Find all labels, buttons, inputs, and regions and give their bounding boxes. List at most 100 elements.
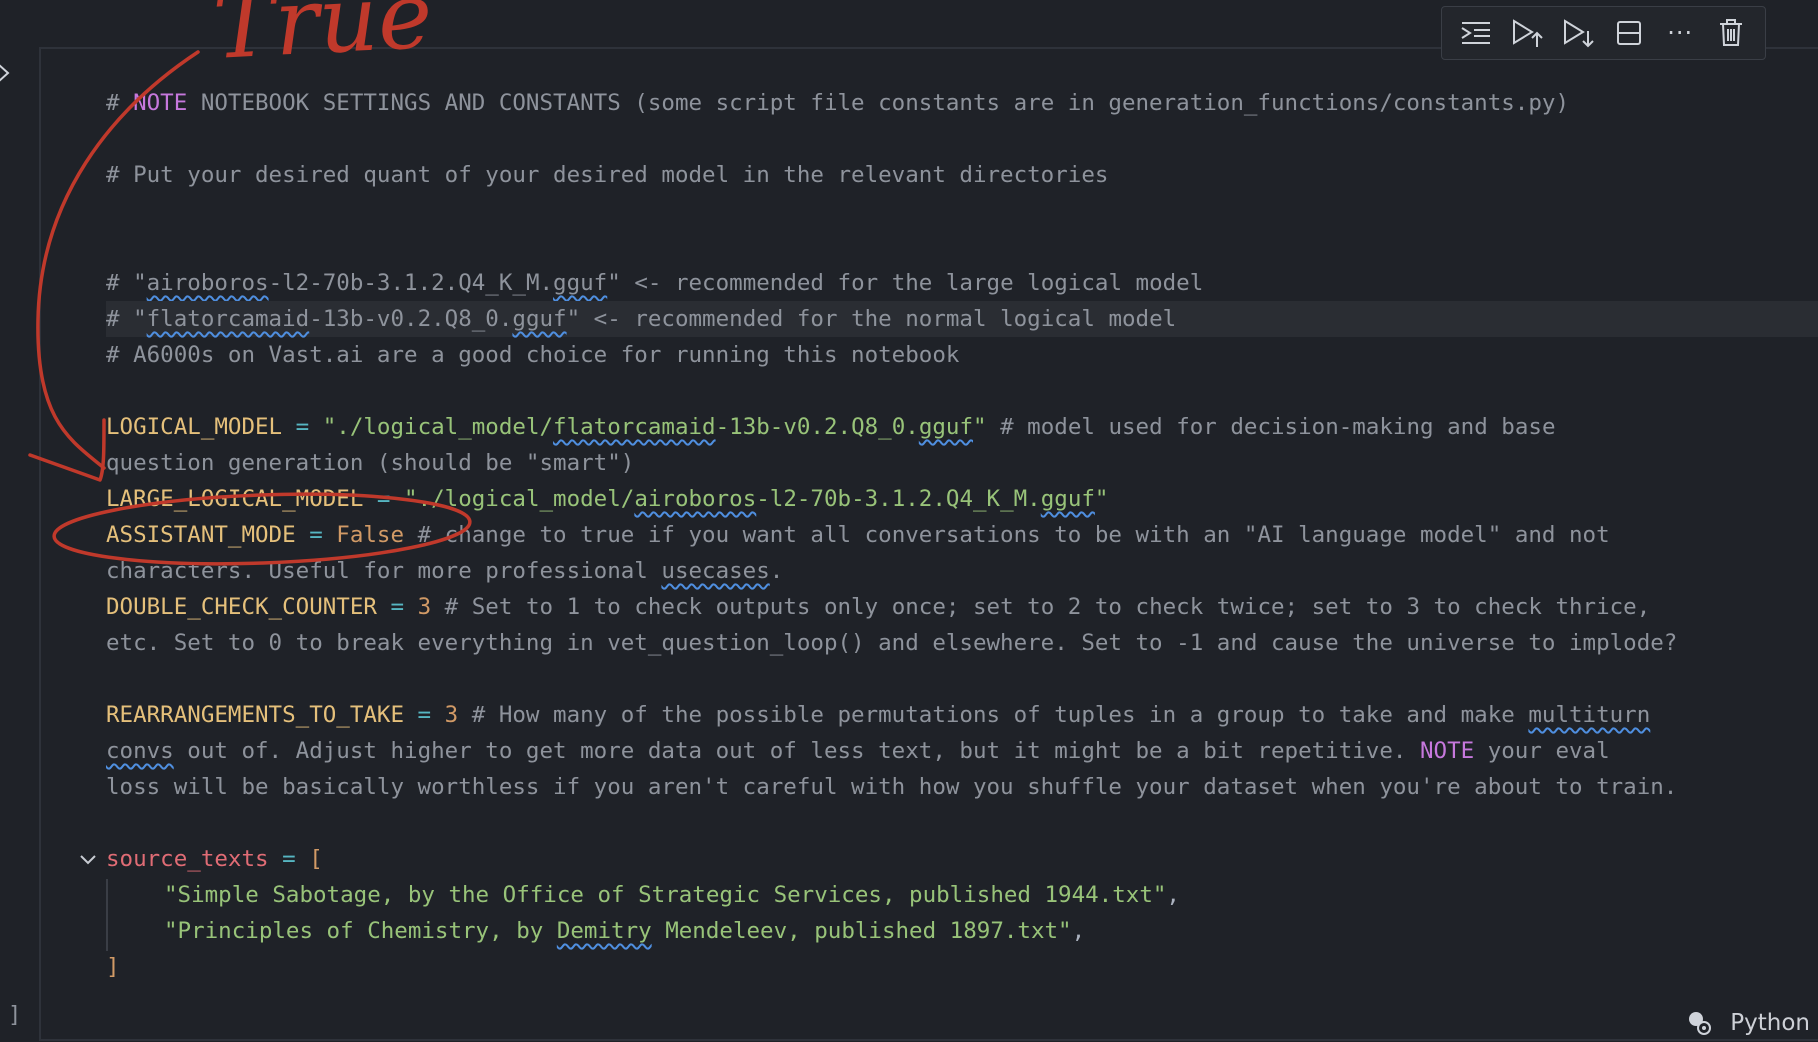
string-token: Mendeleev, published 1897.txt" [651,918,1072,944]
execute-below-icon [1563,19,1594,48]
code-line: REARRANGEMENTS_TO_TAKE = 3 # How many of… [106,697,1818,733]
comment-token: # change to true if you want all convers… [404,522,1610,548]
comment-token: convs [106,738,174,764]
execute-below-button[interactable] [1558,13,1598,53]
string-token: Demitry [556,918,652,944]
indent-guide [106,879,108,951]
comment-token: usecases [661,558,770,584]
comment-token: out of. Adjust higher to get more data o… [173,738,1420,764]
split-cell-button[interactable] [1609,13,1649,53]
code-line: question generation (should be "smart") [106,445,1818,481]
code-line: # A6000s on Vast.ai are a good choice fo… [106,337,1818,373]
comment-token: multiturn [1528,702,1651,728]
split-cell-icon [1617,21,1642,45]
variable-token: ASSISTANT_MODE [106,522,296,548]
comment-token: -13b-v0.2.Q8_0. [309,306,513,332]
bracket-token: ] [106,954,120,980]
string-token: "Simple Sabotage, by the Office of Strat… [164,882,1167,908]
code-line-current: # "flatorcamaid-13b-v0.2.Q8_0.gguf" <- r… [106,301,1818,337]
run-by-line-button[interactable] [1456,13,1496,53]
comment-token: # Set to 1 to check outputs only once; s… [431,594,1651,620]
comment-token: characters. Useful for more professional [106,558,662,584]
fold-chevron-down-icon[interactable] [78,850,98,870]
punct-token: , [1166,882,1180,908]
comment-token: your eval [1474,738,1610,764]
comment-token: flatorcamaid [146,306,310,332]
code-line: source_texts = [ [106,841,1818,877]
comment-token: . [769,558,784,584]
variable-token: LOGICAL_MODEL [106,414,283,440]
operator-token: = [404,702,445,728]
note-token: NOTE [133,90,188,116]
comment-token: NOTEBOOK SETTINGS AND CONSTANTS (some sc… [187,90,1569,116]
string-token: flatorcamaid [553,414,716,440]
variable-token: LARGE_LOGICAL_MODEL [106,486,364,512]
string-token: "Principles of Chemistry, by [164,918,557,944]
variable-token: REARRANGEMENTS_TO_TAKE [106,702,405,728]
code-line: # Put your desired quant of your desired… [106,157,1818,193]
comment-token: # A6000s on Vast.ai are a good choice fo… [106,342,960,368]
code-line: # NOTE NOTEBOOK SETTINGS AND CONSTANTS (… [106,85,1818,121]
comment-token: # Put your desired quant of your desired… [106,162,1109,188]
run-by-line-icon [1461,22,1490,44]
string-token: gguf [1040,486,1095,512]
comment-token: # model used for decision-making and bas… [986,414,1556,440]
comment-token: # " [106,306,147,332]
execute-above-icon [1512,19,1543,47]
kernel-status[interactable]: Python [1686,1010,1810,1036]
more-actions-button[interactable]: ··· [1660,13,1700,53]
boolean-token: False [336,522,405,548]
cell-toolbar: ··· [1441,6,1766,60]
comment-token: loss will be basically worthless if you … [106,774,1678,800]
code-line: characters. Useful for more professional… [106,553,1818,589]
execution-count: ] [8,1003,22,1028]
notebook-editor: ··· # NOTE NOTEBOOK SETTINGS AND CONSTAN… [0,0,1818,1042]
variable-token: source_texts [106,846,269,872]
code-line: etc. Set to 0 to break everything in vet… [106,625,1818,661]
comment-token: -l2-70b-3.1.2.Q4_K_M. [268,270,554,296]
operator-token: = [268,846,310,872]
code-line: "Principles of Chemistry, by Demitry Men… [106,913,1818,949]
code-line: ASSISTANT_MODE = False # change to true … [106,517,1818,553]
punct-token: , [1071,918,1086,944]
comment-token: " <- recommended for the large logical m… [607,270,1204,296]
kernel-language: Python [1730,1010,1810,1036]
note-token: NOTE [1419,738,1475,764]
comment-token: etc. Set to 0 to break everything in vet… [106,630,1678,656]
bracket-token: [ [309,846,323,872]
comment-token: gguf [553,270,608,296]
string-token: "./logical_model/ [404,486,635,512]
code-editor[interactable]: # NOTE NOTEBOOK SETTINGS AND CONSTANTS (… [106,85,1818,985]
string-token: "./logical_model/ [322,414,554,440]
code-line: loss will be basically worthless if you … [106,769,1818,805]
string-token: gguf [918,414,973,440]
comment-token: # " [106,270,147,296]
execute-above-button[interactable] [1507,13,1547,53]
comment-token: question generation (should be "smart") [106,450,635,476]
string-token: " [1094,486,1109,512]
variable-token: DOUBLE_CHECK_COUNTER [106,594,377,620]
code-line: "Simple Sabotage, by the Office of Strat… [106,877,1818,913]
number-token: 3 [417,594,432,620]
delete-cell-button[interactable] [1711,13,1751,53]
code-line: ] [106,949,1818,985]
operator-token: = [282,414,323,440]
trash-icon [1720,19,1743,46]
code-line: LARGE_LOGICAL_MODEL = "./logical_model/a… [106,481,1818,517]
code-line: convs out of. Adjust higher to get more … [106,733,1818,769]
chevron-right-icon[interactable] [0,58,18,88]
string-token: " [973,414,987,440]
comment-token: " <- recommended for the normal logical … [566,306,1177,332]
comment-token: gguf [512,306,567,332]
string-token: -13b-v0.2.Q8_0. [715,414,919,440]
operator-token: = [363,486,405,512]
operator-token: = [376,594,418,620]
operator-token: = [295,522,337,548]
string-token: airoboros [634,486,757,512]
comment-token: # [106,90,134,116]
